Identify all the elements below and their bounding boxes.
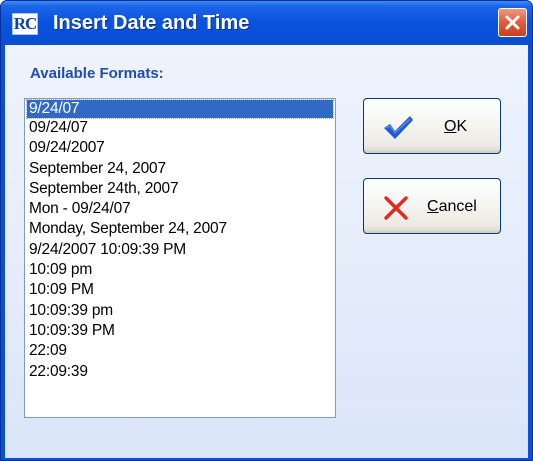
- cancel-button-label: Cancel: [427, 198, 477, 215]
- ok-button-label: OK: [444, 118, 468, 135]
- list-item[interactable]: Monday, September 24, 2007: [25, 219, 335, 239]
- dialog-window: RC Insert Date and Time Available Format…: [0, 0, 533, 461]
- dialog-body: Available Formats: 9/24/07 09/24/07 09/24/…: [5, 45, 528, 458]
- list-item[interactable]: 22:09: [25, 341, 335, 361]
- cancel-button[interactable]: Cancel: [363, 178, 501, 234]
- app-icon: RC: [12, 13, 38, 35]
- list-item[interactable]: 10:09 PM: [25, 280, 335, 300]
- list-item[interactable]: September 24th, 2007: [25, 179, 335, 199]
- list-item[interactable]: 22:09:39: [25, 362, 335, 382]
- list-item[interactable]: 09/24/2007: [25, 138, 335, 158]
- close-button[interactable]: [498, 8, 527, 37]
- list-item[interactable]: September 24, 2007: [25, 159, 335, 179]
- list-item[interactable]: 10:09:39 PM: [25, 321, 335, 341]
- list-item[interactable]: 9/24/07: [26, 99, 334, 119]
- list-item[interactable]: Mon - 09/24/07: [25, 199, 335, 219]
- list-item[interactable]: 09/24/07: [25, 118, 335, 138]
- window-title: Insert Date and Time: [53, 12, 250, 34]
- checkmark-icon: [384, 116, 413, 139]
- ok-button[interactable]: OK: [363, 98, 501, 154]
- available-formats-label: Available Formats:: [30, 65, 164, 82]
- formats-listbox[interactable]: 9/24/07 09/24/07 09/24/2007 September 24, 2…: [24, 98, 336, 418]
- x-icon: [384, 196, 408, 220]
- title-bar[interactable]: RC Insert Date and Time: [1, 1, 532, 45]
- list-item[interactable]: 9/24/2007 10:09:39 PM: [25, 240, 335, 260]
- list-item[interactable]: 10:09:39 pm: [25, 301, 335, 321]
- close-icon: [505, 15, 520, 30]
- list-item[interactable]: 10:09 pm: [25, 260, 335, 280]
